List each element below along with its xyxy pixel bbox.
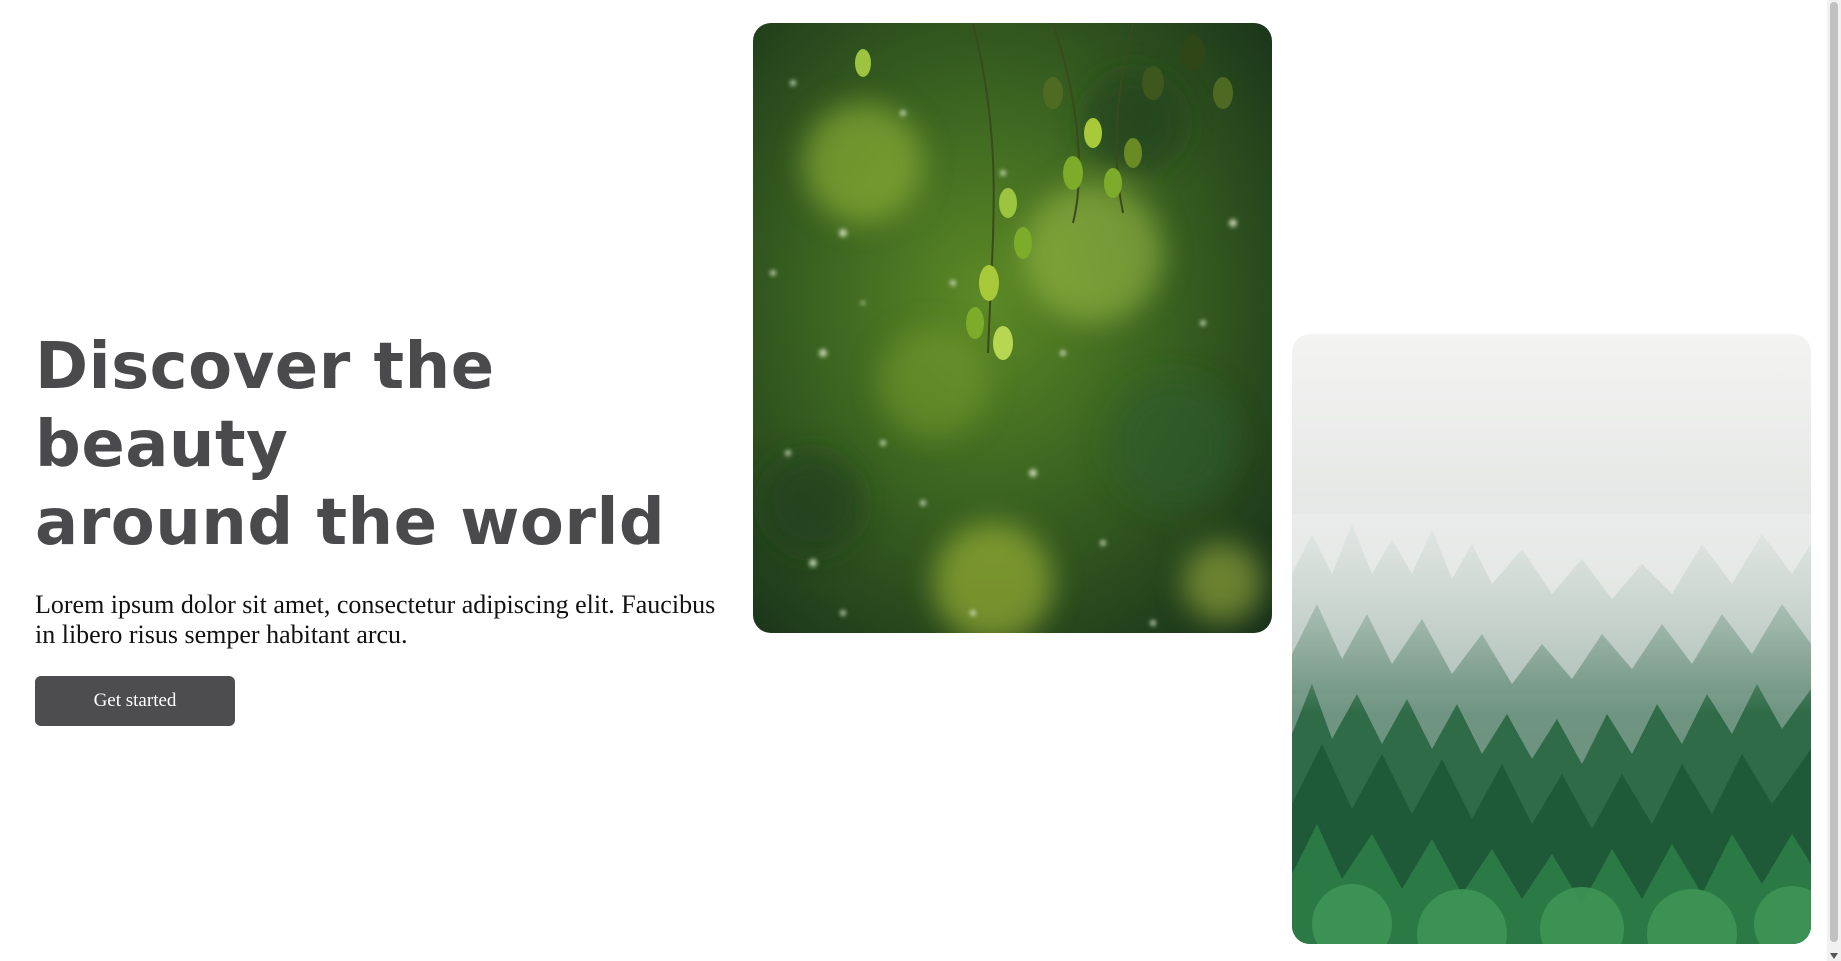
misty-forest-photo — [1292, 334, 1811, 944]
hero-headline: Discover the beauty around the world — [35, 328, 725, 562]
hero-text-section: Discover the beauty around the world Lor… — [35, 328, 725, 726]
vertical-scrollbar[interactable] — [1827, 0, 1841, 961]
scroll-down-arrow-icon[interactable] — [1830, 953, 1838, 959]
hero-description: Lorem ipsum dolor sit amet, consectetur … — [35, 590, 716, 649]
get-started-button[interactable]: Get started — [35, 676, 235, 726]
scrollbar-thumb[interactable] — [1830, 2, 1838, 942]
headline-line-2: around the world — [35, 486, 666, 560]
headline-line-1: Discover the beauty — [35, 330, 495, 482]
leaves-bokeh-photo — [753, 23, 1272, 633]
